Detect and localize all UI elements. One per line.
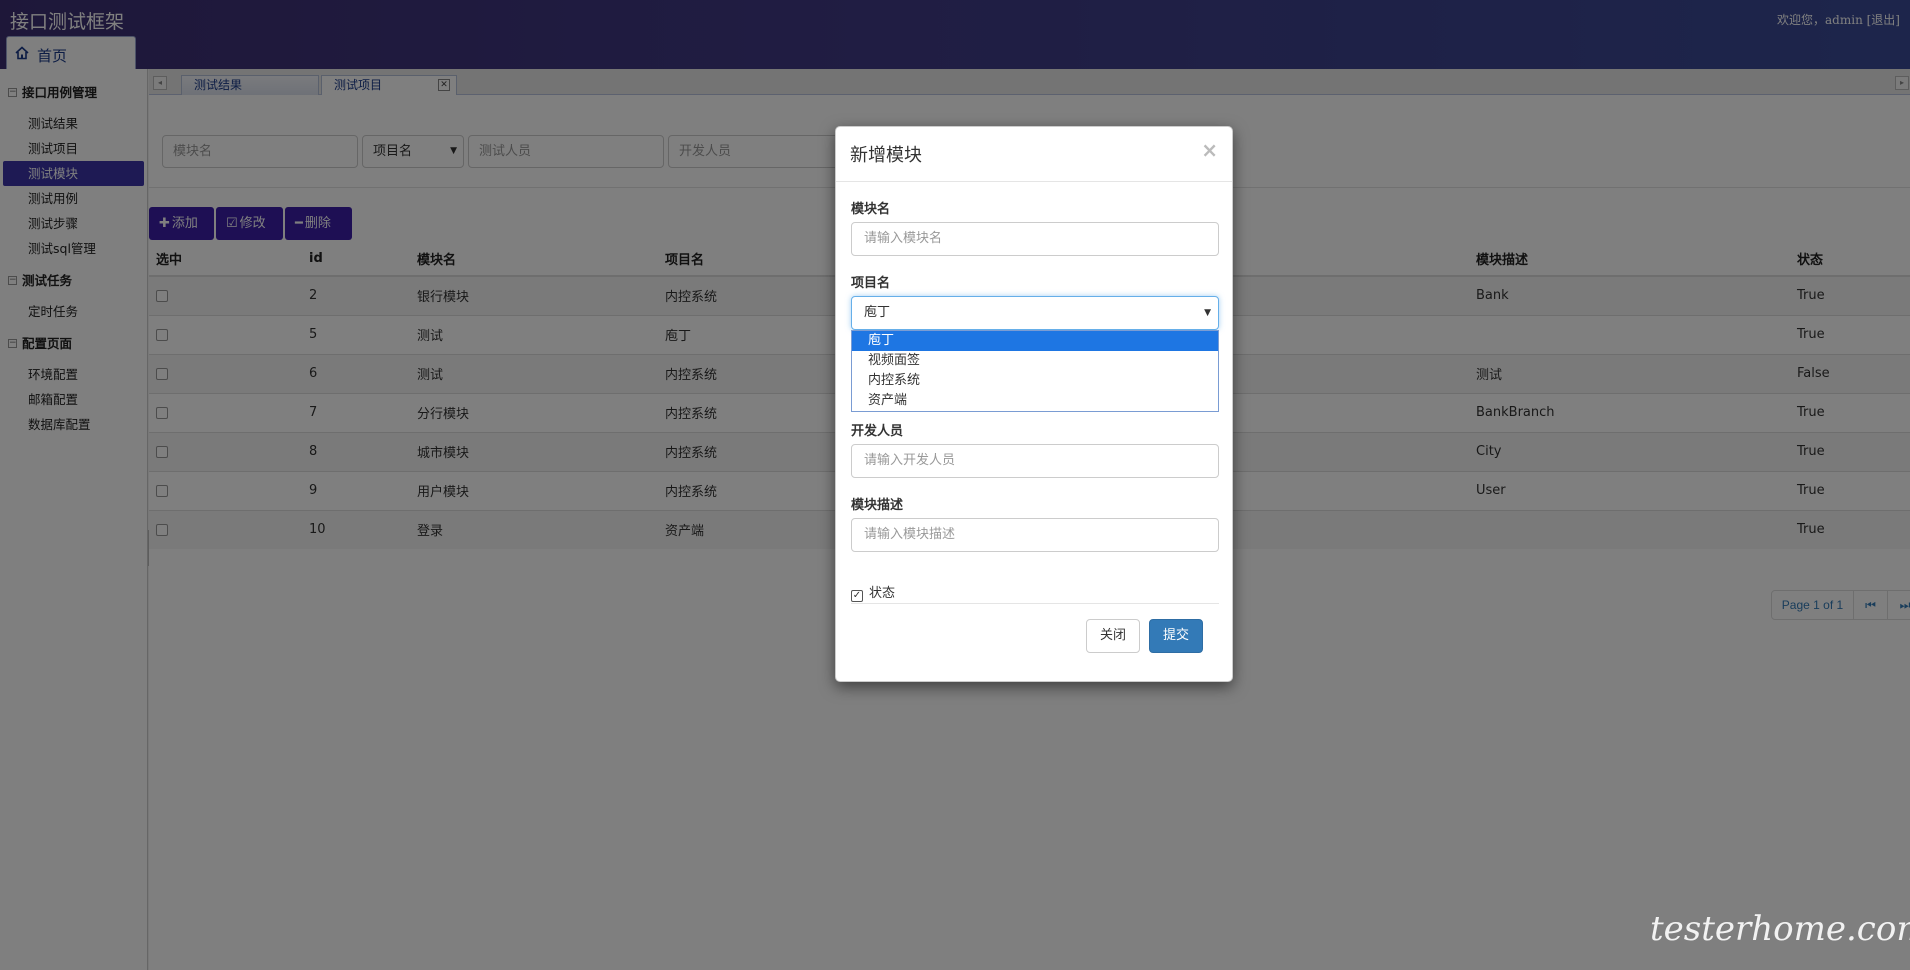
status-label: 状态 [869, 586, 896, 601]
project-name-label: 项目名 [851, 276, 891, 291]
watermark-text: testerhome.com [1650, 909, 1910, 949]
close-icon[interactable]: × [1201, 138, 1218, 162]
dropdown-option[interactable]: 视频面签 [852, 351, 1218, 371]
modal-title: 新增模块 [850, 145, 922, 166]
dropdown-option[interactable]: 庖丁 [852, 331, 1218, 351]
module-name-input[interactable]: 请输入模块名 [851, 222, 1219, 256]
caret-down-icon: ▼ [1204, 308, 1211, 318]
module-desc-label: 模块描述 [851, 498, 904, 513]
dropdown-option[interactable]: 资产端 [852, 391, 1218, 411]
status-checkbox-row[interactable]: ✓ 状态 [851, 582, 895, 602]
close-button[interactable]: 关闭 [1086, 619, 1140, 653]
module-name-label: 模块名 [851, 202, 891, 217]
status-checkbox[interactable]: ✓ [851, 590, 863, 602]
modal-header: 新增模块 × [836, 127, 1232, 182]
developer-input[interactable]: 请输入开发人员 [851, 444, 1219, 478]
project-name-select[interactable]: 庖丁 ▼ [851, 296, 1219, 330]
footer-divider [851, 603, 1219, 604]
dropdown-option[interactable]: 内控系统 [852, 371, 1218, 391]
developer-label: 开发人员 [851, 424, 904, 439]
project-select-value: 庖丁 [864, 305, 891, 320]
add-module-dialog: 新增模块 × 模块名 请输入模块名 项目名 庖丁 ▼ 庖丁 视频面签 内控系统 … [835, 126, 1233, 682]
module-desc-input[interactable]: 请输入模块描述 [851, 518, 1219, 552]
watermark-logo: testerhome.com [1650, 909, 1910, 949]
project-dropdown-list: 庖丁 视频面签 内控系统 资产端 [851, 330, 1219, 412]
submit-button[interactable]: 提交 [1149, 619, 1203, 653]
